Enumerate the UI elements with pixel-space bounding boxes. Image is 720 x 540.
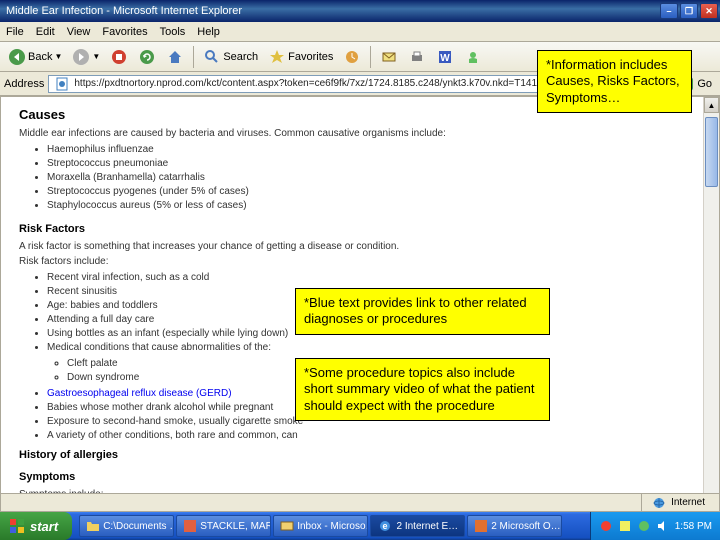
back-button[interactable]: Back ▼ — [4, 46, 66, 68]
start-button[interactable]: start — [0, 512, 72, 540]
menu-bar: File Edit View Favorites Tools Help — [0, 22, 720, 42]
back-icon — [8, 48, 26, 66]
start-label: start — [30, 519, 58, 534]
window-button-group: – ❐ ✕ — [660, 3, 718, 19]
risk-paragraph-1: A risk factor is something that increase… — [19, 241, 701, 252]
window-titlebar: Middle Ear Infection - Microsoft Interne… — [0, 0, 720, 22]
annotation-callout-1: *Information includes Causes, Risks Fact… — [537, 50, 692, 113]
chevron-down-icon: ▼ — [92, 52, 100, 61]
maximize-button[interactable]: ❐ — [680, 3, 698, 19]
folder-icon — [86, 517, 100, 535]
scroll-thumb[interactable] — [705, 117, 718, 187]
risk-paragraph-2: Risk factors include: — [19, 256, 701, 267]
app-icon — [183, 517, 197, 535]
office-icon — [474, 517, 488, 535]
list-item: A variety of other conditions, both rare… — [47, 429, 701, 443]
gerd-link[interactable]: Gastroesophageal reflux disease (GERD) — [47, 388, 232, 399]
star-icon — [268, 48, 286, 66]
print-icon — [408, 48, 426, 66]
chevron-down-icon: ▼ — [54, 52, 62, 61]
volume-icon[interactable] — [656, 519, 670, 533]
list-item: Streptococcus pneumoniae — [47, 157, 701, 171]
taskbar: start C:\Documents … STACKLE, MAR… Inbox… — [0, 512, 720, 540]
symptoms-heading: Symptoms — [19, 471, 701, 483]
forward-icon — [72, 48, 90, 66]
word-icon: W — [436, 48, 454, 66]
favorites-button[interactable]: Favorites — [264, 46, 337, 68]
menu-edit[interactable]: Edit — [36, 26, 55, 38]
taskbar-item[interactable]: C:\Documents … — [79, 515, 174, 537]
stop-icon — [110, 48, 128, 66]
globe-icon — [650, 494, 668, 512]
taskbar-item[interactable]: STACKLE, MAR… — [176, 515, 271, 537]
refresh-button[interactable] — [134, 46, 160, 68]
menu-tools[interactable]: Tools — [160, 26, 186, 38]
risk-factors-heading: Risk Factors — [19, 223, 701, 235]
forward-button[interactable]: ▼ — [68, 46, 104, 68]
search-label: Search — [223, 51, 258, 63]
go-label: Go — [697, 78, 712, 90]
tray-icon[interactable] — [599, 519, 613, 533]
messenger-button[interactable] — [460, 46, 486, 68]
svg-text:W: W — [441, 53, 451, 64]
list-item: Moraxella (Branhamella) catarrhalis — [47, 171, 701, 185]
list-item: Staphylococcus aureus (5% or less of cas… — [47, 199, 701, 213]
minimize-button[interactable]: – — [660, 3, 678, 19]
menu-help[interactable]: Help — [197, 26, 220, 38]
ie-icon: e — [377, 517, 393, 535]
back-label: Back — [28, 51, 52, 63]
close-button[interactable]: ✕ — [700, 3, 718, 19]
window-title: Middle Ear Infection - Microsoft Interne… — [6, 5, 660, 17]
separator — [193, 46, 194, 68]
favorites-label: Favorites — [288, 51, 333, 63]
causes-list: Haemophilus influenzae Streptococcus pne… — [47, 143, 701, 213]
home-button[interactable] — [162, 46, 188, 68]
history-icon — [343, 48, 361, 66]
menu-favorites[interactable]: Favorites — [102, 26, 147, 38]
address-url: https://pxdtnortory.nprod.com/kct/conten… — [74, 78, 542, 89]
separator — [370, 46, 371, 68]
list-item: Streptococcus pyogenes (under 5% of case… — [47, 185, 701, 199]
search-icon — [203, 48, 221, 66]
home-icon — [166, 48, 184, 66]
svg-text:e: e — [383, 521, 388, 531]
taskbar-item[interactable]: Inbox - Microso… — [273, 515, 368, 537]
taskbar-item[interactable]: 2 Microsoft O… — [467, 515, 562, 537]
tray-icon[interactable] — [618, 519, 632, 533]
scroll-up-arrow[interactable]: ▲ — [704, 97, 719, 113]
list-item: Haemophilus influenzae — [47, 143, 701, 157]
page-icon — [53, 75, 71, 93]
menu-file[interactable]: File — [6, 26, 24, 38]
outlook-icon — [280, 517, 294, 535]
refresh-icon — [138, 48, 156, 66]
mail-button[interactable] — [376, 46, 402, 68]
messenger-icon — [464, 48, 482, 66]
annotation-callout-3: *Some procedure topics also include shor… — [295, 358, 550, 421]
menu-view[interactable]: View — [67, 26, 91, 38]
system-tray: 1:58 PM — [590, 512, 720, 540]
windows-logo-icon — [8, 517, 26, 535]
taskbar-item-active[interactable]: e2 Internet E… — [370, 515, 465, 537]
edit-button[interactable]: W — [432, 46, 458, 68]
zone-indicator: Internet — [641, 494, 713, 512]
list-item: Recent viral infection, such as a cold — [47, 271, 701, 285]
history-button[interactable] — [339, 46, 365, 68]
causes-paragraph: Middle ear infections are caused by bact… — [19, 128, 701, 139]
clock[interactable]: 1:58 PM — [675, 521, 712, 532]
vertical-scrollbar[interactable]: ▲ ▼ — [703, 97, 719, 511]
annotation-callout-2: *Blue text provides link to other relate… — [295, 288, 550, 335]
zone-label: Internet — [671, 497, 705, 508]
tray-icon[interactable] — [637, 519, 651, 533]
search-button[interactable]: Search — [199, 46, 262, 68]
print-button[interactable] — [404, 46, 430, 68]
status-bar: Internet — [1, 493, 719, 511]
history-of-allergies: History of allergies — [19, 449, 701, 461]
stop-button[interactable] — [106, 46, 132, 68]
address-label: Address — [4, 78, 44, 90]
mail-icon — [380, 48, 398, 66]
